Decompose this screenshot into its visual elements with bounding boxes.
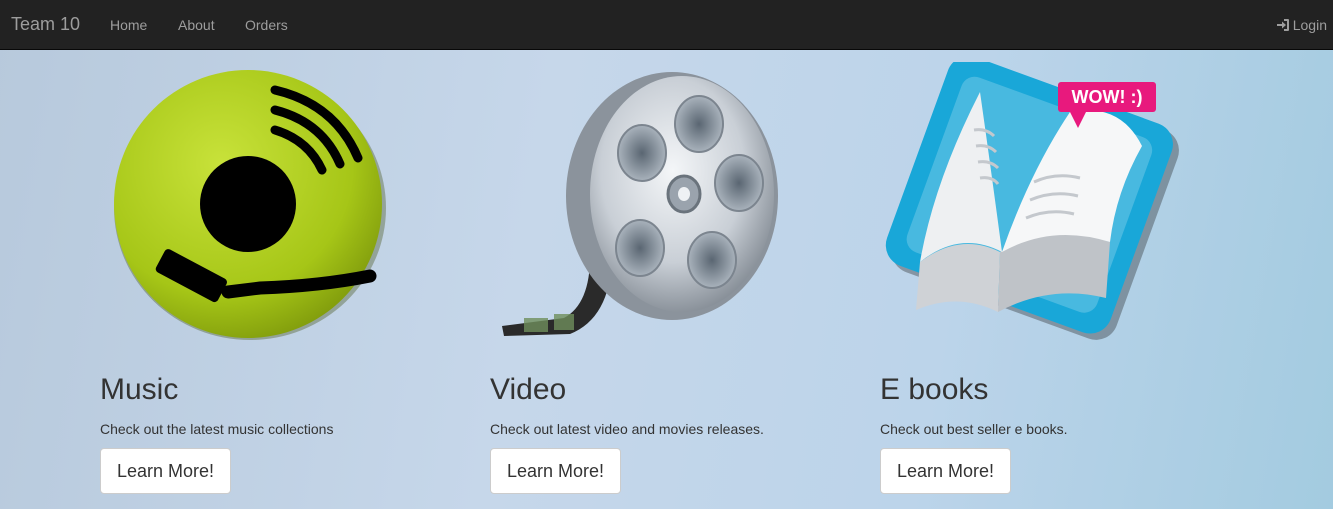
video-title: Video [490,373,567,406]
film-reel-icon [502,72,778,336]
login-link[interactable]: Login [1276,16,1327,34]
music-title: Music [100,373,179,406]
wow-badge: WOW! :) [1072,87,1143,107]
ebooks-title: E books [880,373,989,406]
ebooks-card: WOW! :) E books Check out best seller e … [880,0,1240,509]
music-card: Music Check out the latest music collect… [100,0,460,509]
open-book-icon: WOW! :) [885,62,1179,340]
video-card: Video Check out latest video and movies … [490,0,850,509]
ebooks-description: Check out best seller e books. [880,421,1068,437]
music-disc-icon [114,70,386,340]
ebooks-learn-more-button[interactable]: Learn More! [880,448,1011,494]
brand-link[interactable]: Team 10 [11,13,80,35]
video-learn-more-button[interactable]: Learn More! [490,448,621,494]
music-description: Check out the latest music collections [100,421,334,437]
login-label: Login [1292,17,1327,33]
login-icon [1276,19,1289,31]
music-learn-more-button[interactable]: Learn More! [100,448,231,494]
video-description: Check out latest video and movies releas… [490,421,764,437]
